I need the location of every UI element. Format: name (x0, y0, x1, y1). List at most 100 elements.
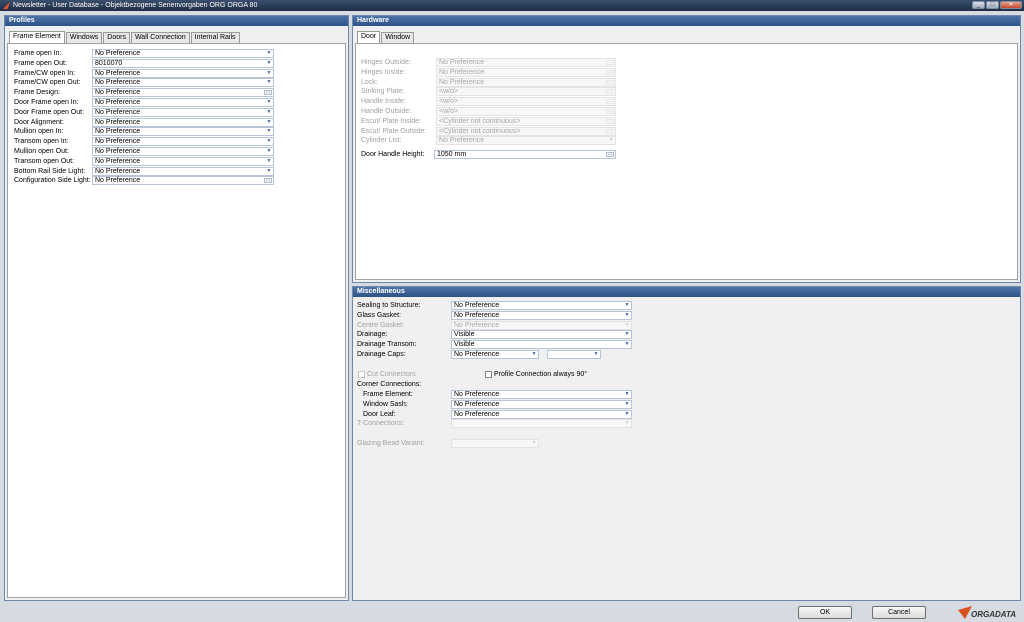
field-label: Drainage Transom: (357, 341, 417, 349)
chevron-down-icon[interactable]: ▼ (266, 51, 272, 56)
field-label: Frame/CW open Out: (14, 79, 81, 87)
misc-select[interactable]: Visible ▼ (451, 340, 632, 350)
chevron-down-icon[interactable]: ▼ (593, 352, 599, 357)
minimize-button[interactable]: _ (972, 1, 985, 9)
profiles-tab[interactable]: Windows (65, 32, 103, 43)
corner-connection-row: Window Sash: No Preference ▼ (353, 399, 636, 409)
profiles-tab[interactable]: Internal Rails (190, 32, 240, 43)
ellipsis-icon: … (606, 108, 614, 114)
chevron-down-icon[interactable]: ▼ (624, 392, 630, 397)
ellipsis-icon[interactable]: … (606, 152, 614, 157)
ellipsis-icon: … (606, 117, 614, 124)
chevron-down-icon[interactable]: ▼ (266, 168, 272, 174)
profile-select[interactable]: No Preference… (92, 88, 274, 98)
profile-select[interactable]: No Preference ▼ (92, 98, 274, 107)
cut-connectors-checkbox (358, 371, 365, 378)
chevron-down-icon[interactable]: ▼ (624, 312, 630, 318)
corner-connection-select[interactable]: No Preference ▼ (451, 399, 632, 409)
profile-select[interactable]: No Preference… (92, 176, 274, 186)
door-handle-height-input[interactable]: 1050 mm… (434, 150, 616, 159)
field-label: Frame Design: (14, 89, 60, 97)
misc-select[interactable]: No Preference ▼ (451, 310, 632, 320)
profile-select[interactable]: No Preference ▼ (92, 107, 274, 117)
brand-name: ORGADATA (971, 610, 1017, 619)
chevron-down-icon[interactable]: ▼ (266, 158, 272, 164)
profile-select[interactable]: 8010070 ▼ (92, 58, 274, 68)
chevron-down-icon[interactable]: ▼ (266, 100, 272, 105)
field-label: Door Frame open Out: (14, 108, 85, 116)
profile-select[interactable]: No Preference ▼ (92, 147, 274, 156)
chevron-down-icon[interactable]: ▼ (266, 80, 272, 85)
misc-row: Drainage Transom: Visible ▼ (353, 340, 636, 350)
maximize-button[interactable]: □ (986, 1, 999, 9)
ellipsis-icon[interactable]: … (264, 90, 272, 96)
chevron-down-icon[interactable]: ▼ (266, 139, 272, 144)
drainage-caps-secondary-select[interactable]: ▼ (547, 350, 601, 359)
window-title: Newsletter - User Database - Objektbezog… (13, 2, 258, 9)
drainage-caps-select[interactable]: No Preference ▼ (451, 350, 539, 359)
miscellaneous-panel-title: Miscellaneous (353, 287, 1020, 297)
field-value: No Preference (95, 157, 141, 165)
profile-select[interactable]: No Preference ▼ (92, 127, 274, 137)
cancel-button[interactable]: Cancel (872, 606, 926, 619)
misc-select[interactable]: No Preference ▼ (451, 301, 632, 310)
chevron-down-icon[interactable]: ▼ (624, 342, 630, 347)
field-value: No Preference (439, 78, 485, 86)
profile-select[interactable]: No Preference ▼ (92, 166, 274, 176)
profile-select[interactable]: No Preference ▼ (92, 156, 274, 166)
ellipsis-icon: … (606, 78, 614, 85)
profile-select[interactable]: No Preference ▼ (92, 78, 274, 88)
field-value: No Preference (454, 410, 500, 418)
chevron-down-icon[interactable]: ▼ (266, 149, 272, 154)
profiles-tab[interactable]: Wall Connection (130, 32, 190, 43)
hardware-row: Escut/ Plate Inside: <Cylinder not contin… (356, 116, 620, 126)
hardware-row: Cylinder List: No Preference ▼ (356, 136, 620, 146)
field-label: Escut/ Plate Inside: (361, 117, 421, 125)
corner-connection-row: Door Leaf: No Preference ▼ (353, 409, 636, 419)
field-value: 8010070 (95, 59, 123, 67)
hardware-tab[interactable]: Window (381, 32, 415, 43)
profile-select[interactable]: No Preference ▼ (92, 137, 274, 147)
chevron-down-icon[interactable]: ▼ (266, 70, 272, 76)
ellipsis-icon[interactable]: … (264, 178, 272, 184)
field-value: No Preference (454, 400, 500, 408)
field-label: Escut/ Plate Outside: (361, 127, 427, 135)
field-value: No Preference (95, 79, 141, 87)
misc-select: No Preference ▼ (451, 320, 632, 330)
chevron-down-icon[interactable]: ▼ (266, 129, 272, 134)
chevron-down-icon[interactable]: ▼ (266, 109, 272, 115)
chevron-down-icon[interactable]: ▼ (624, 303, 630, 308)
field-label: Lock: (361, 78, 378, 86)
profile-row: Frame open In: No Preference ▼ (8, 49, 278, 58)
corner-connection-select[interactable]: No Preference ▼ (451, 409, 632, 419)
profile-select[interactable]: No Preference ▼ (92, 49, 274, 58)
misc-select[interactable]: Visible ▼ (451, 330, 632, 340)
ellipsis-icon: … (606, 88, 614, 95)
chevron-down-icon[interactable]: ▼ (624, 332, 630, 337)
close-button[interactable]: ✕ (1000, 1, 1022, 9)
chevron-down-icon[interactable]: ▼ (624, 411, 630, 417)
chevron-down-icon[interactable]: ▼ (266, 119, 272, 125)
hardware-tab[interactable]: Door (357, 31, 381, 43)
chevron-down-icon[interactable]: ▼ (624, 401, 630, 407)
profile-select[interactable]: No Preference ▼ (92, 117, 274, 127)
field-value: No Preference (95, 99, 141, 106)
corner-connections-heading: Corner Connections: (357, 381, 422, 388)
profiles-tab[interactable]: Frame Element (9, 31, 65, 43)
hardware-field: <w/o>… (436, 87, 616, 97)
hardware-panel-title: Hardware (353, 16, 1020, 26)
field-label: Window Sash: (363, 400, 408, 408)
profiles-tab[interactable]: Doors (103, 32, 130, 43)
field-label: Door Leaf: (363, 410, 396, 418)
profile-connection-checkbox[interactable] (485, 371, 492, 378)
corner-connection-select[interactable]: No Preference ▼ (451, 390, 632, 399)
chevron-down-icon[interactable]: ▼ (266, 60, 272, 66)
field-value: <w/o> (439, 108, 459, 115)
chevron-down-icon[interactable]: ▼ (531, 352, 537, 357)
profiles-tab-content: Frame open In: No Preference ▼ Frame open O… (7, 43, 346, 598)
profile-select[interactable]: No Preference ▼ (92, 68, 274, 78)
profile-row: Door Frame open Out: No Preference ▼ (8, 107, 278, 117)
ok-button[interactable]: OK (798, 606, 852, 619)
field-label: Bottom Rail Side Light: (14, 167, 86, 175)
field-label: Glazing Bead Variant: (357, 440, 425, 447)
